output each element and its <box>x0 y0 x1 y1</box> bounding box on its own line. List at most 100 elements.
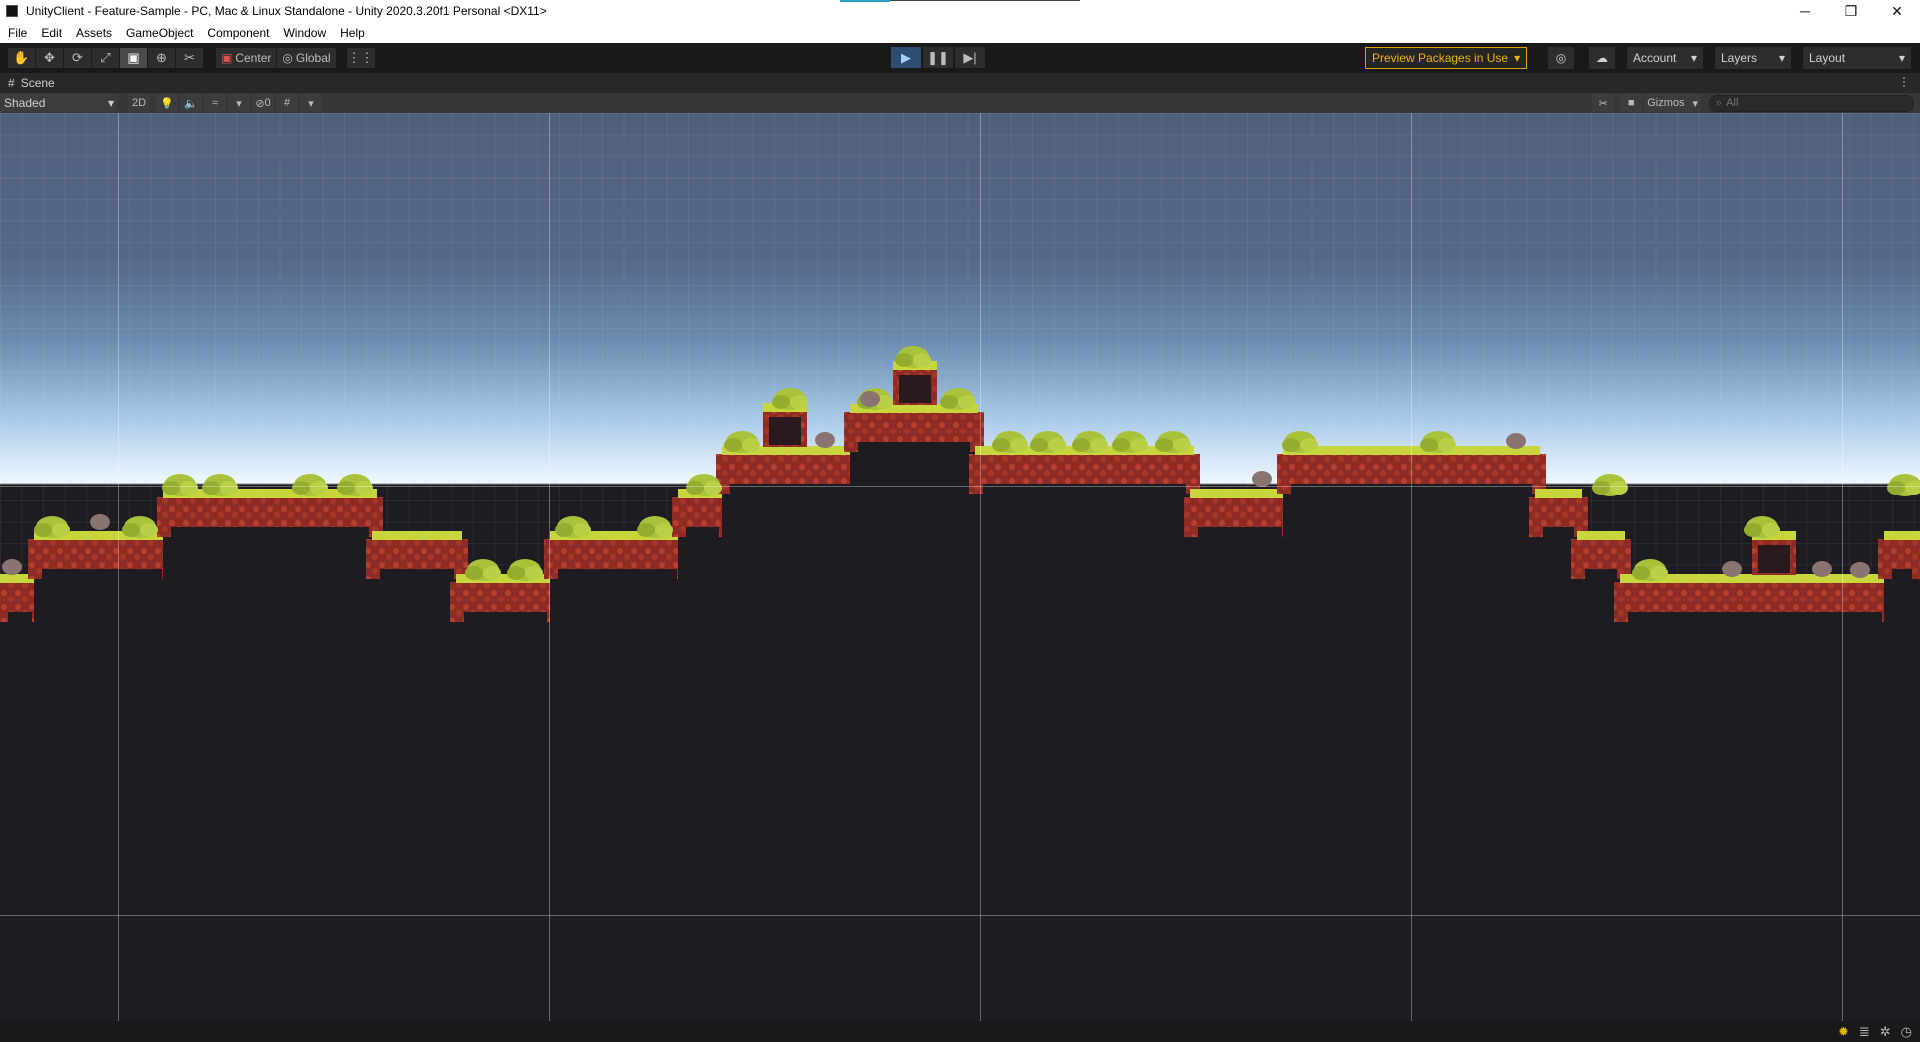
pivot-toggles: ▣ Center ◎ Global <box>216 48 337 68</box>
lightbulb-icon[interactable]: ✹ <box>1838 1024 1849 1040</box>
visibility-icon: ⊘ <box>255 97 265 110</box>
bush-highlight <box>180 481 198 495</box>
menu-assets[interactable]: Assets <box>76 26 112 40</box>
maximize-button[interactable]: ❐ <box>1828 0 1874 22</box>
ground-body <box>850 406 978 1021</box>
effects-dropdown-icon[interactable]: ▾ <box>228 94 250 112</box>
minimize-button[interactable]: ─ <box>1782 0 1828 22</box>
bush-shade <box>992 438 1010 452</box>
custom-tool-icon[interactable]: ✂ <box>176 48 204 68</box>
dirt-edge <box>1912 539 1920 579</box>
ground-body <box>678 491 727 1021</box>
account-label: Account <box>1633 51 1677 65</box>
scale-tool-icon[interactable]: ⤢ <box>92 48 120 68</box>
search-placeholder: All <box>1726 97 1739 109</box>
bush-shade <box>162 481 180 495</box>
progress-icon[interactable]: ◷ <box>1901 1024 1912 1040</box>
window-controls: ─ ❐ ✕ <box>1782 0 1920 22</box>
menu-help[interactable]: Help <box>340 26 365 40</box>
rock <box>1722 561 1742 577</box>
bush-shade <box>1744 523 1762 537</box>
bush-highlight <box>525 566 543 580</box>
play-button[interactable]: ▶ <box>891 47 921 68</box>
tools-icon[interactable]: ✂ <box>1592 94 1615 112</box>
bush-shade <box>555 523 573 537</box>
bush-highlight <box>655 523 673 537</box>
more-options-icon[interactable]: ⋮ <box>1898 75 1910 89</box>
account-dropdown[interactable]: Account ▾ <box>1627 47 1703 69</box>
bush-shade <box>1155 438 1173 452</box>
grid-toggle-icon[interactable]: # <box>276 94 298 112</box>
preview-packages-label: Preview Packages in Use <box>1372 51 1509 65</box>
dirt-edge <box>366 539 380 579</box>
crate-block-inner <box>899 375 931 403</box>
bush-shade <box>724 438 742 452</box>
bush-shade <box>1420 438 1438 452</box>
gizmos-dropdown[interactable]: Gizmos ▾ <box>1644 94 1701 112</box>
close-button[interactable]: ✕ <box>1874 0 1920 22</box>
bug-icon[interactable]: ✲ <box>1880 1024 1891 1040</box>
dirt-edge <box>1186 454 1200 494</box>
shading-mode-dropdown[interactable]: Shaded ▾ <box>0 94 118 112</box>
move-tool-icon[interactable]: ✥ <box>36 48 64 68</box>
pause-button[interactable]: ❚❚ <box>923 47 953 68</box>
grid-major-line <box>549 113 550 1021</box>
dirt-edge <box>157 497 171 537</box>
rock <box>1850 562 1870 578</box>
unity-logo-icon <box>6 5 18 17</box>
scene-tab[interactable]: # Scene ⋮ <box>0 73 1920 93</box>
bush-shade <box>1112 438 1130 452</box>
menu-edit[interactable]: Edit <box>41 26 62 40</box>
bush-shade <box>34 523 52 537</box>
hand-tool-icon[interactable]: ✋ <box>8 48 36 68</box>
menu-window[interactable]: Window <box>283 26 326 40</box>
bush-shade <box>895 353 913 367</box>
camera-icon[interactable]: ■ <box>1620 94 1643 112</box>
rotate-tool-icon[interactable]: ⟳ <box>64 48 92 68</box>
scene-search-input[interactable]: ⌕ All <box>1709 94 1914 112</box>
toggle-2d-button[interactable]: 2D <box>128 94 150 112</box>
search-icon: ⌕ <box>1716 96 1723 109</box>
dirt-edge <box>1614 582 1628 622</box>
ground-body <box>550 533 685 1021</box>
bush-highlight <box>1010 438 1028 452</box>
grid-major-line <box>1411 113 1412 1021</box>
collab-icon[interactable]: ◎ <box>1548 47 1574 69</box>
step-button[interactable]: ▶| <box>955 47 985 68</box>
pivot-global-button[interactable]: ◎ Global <box>277 48 337 68</box>
layout-dropdown[interactable]: Layout ▾ <box>1803 47 1911 69</box>
crate-block-inner <box>1758 545 1790 573</box>
menu-file[interactable]: File <box>8 26 27 40</box>
cache-icon[interactable]: ≣ <box>1859 1024 1870 1040</box>
dirt-strip <box>550 539 685 569</box>
hidden-count: 0 <box>264 97 271 109</box>
bush-highlight <box>220 481 238 495</box>
bush-highlight <box>1173 438 1191 452</box>
cloud-icon[interactable]: ☁ <box>1589 47 1615 69</box>
preview-packages-button[interactable]: Preview Packages in Use ▾ <box>1365 47 1528 69</box>
grid-snap-icon[interactable]: ⋮⋮ <box>346 48 375 68</box>
menu-gameobject[interactable]: GameObject <box>126 26 193 40</box>
ground-body <box>975 448 1194 1021</box>
audio-toggle-icon[interactable]: 🔈 <box>180 94 202 112</box>
transform-tool-icon[interactable]: ⊕ <box>148 48 176 68</box>
dirt-strip <box>1620 582 1890 612</box>
lighting-toggle-icon[interactable]: 💡 <box>156 94 178 112</box>
pivot-center-button[interactable]: ▣ Center <box>216 48 278 68</box>
grid-dropdown-icon[interactable]: ▾ <box>300 94 322 112</box>
scene-viewport[interactable] <box>0 113 1920 1021</box>
rock <box>1812 561 1832 577</box>
dirt-edge <box>844 412 858 452</box>
bush-shade <box>292 481 310 495</box>
scene-visibility-toggle[interactable]: ⊘ 0 <box>252 94 274 112</box>
rect-tool-icon[interactable]: ▣ <box>120 48 148 68</box>
bush-highlight <box>1610 481 1628 495</box>
menu-component[interactable]: Component <box>207 26 269 40</box>
dirt-edge <box>1532 454 1546 494</box>
effects-toggle-icon[interactable]: ≈ <box>204 94 226 112</box>
dirt-strip <box>456 582 555 612</box>
chevron-down-icon: ▾ <box>1778 51 1785 65</box>
bush-highlight <box>790 395 808 409</box>
dirt-edge <box>1878 539 1892 579</box>
layers-dropdown[interactable]: Layers ▾ <box>1715 47 1791 69</box>
